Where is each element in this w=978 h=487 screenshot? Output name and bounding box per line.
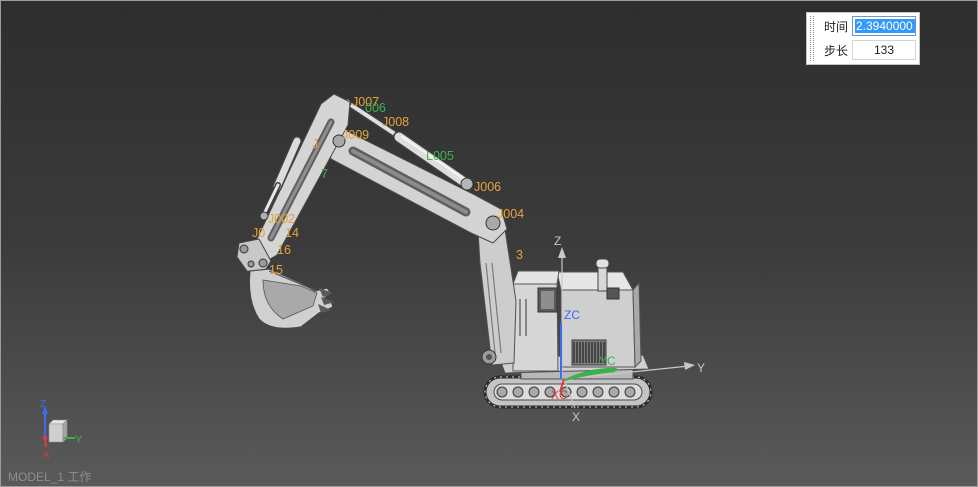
- drag-grip-icon[interactable]: [810, 16, 814, 61]
- time-field[interactable]: 2.3940000: [852, 16, 916, 36]
- bucket[interactable]: [248, 268, 335, 329]
- label-j006: J006: [474, 180, 501, 194]
- label-j009: J009: [342, 128, 369, 142]
- cylinder-end-pin: [460, 177, 474, 191]
- track-roller: [496, 386, 508, 398]
- work-zc-label: ZC: [564, 308, 580, 322]
- engine-house-side: [632, 281, 642, 369]
- step-field[interactable]: 133: [852, 40, 916, 60]
- world-y-label: Y: [697, 361, 705, 375]
- label-3: 3: [516, 248, 523, 262]
- scene-canvas[interactable]: Z Y X ZC YC XC J007 006 J008 J009 J L005…: [1, 1, 978, 487]
- boom-foot-pin-core: [486, 354, 492, 360]
- label-j0-fragment: J0: [252, 226, 265, 240]
- cab-roof: [512, 270, 560, 285]
- label-15: 15: [269, 263, 283, 277]
- engine-house-top: [556, 271, 634, 291]
- label-j004: J004: [497, 207, 524, 221]
- linkage-pin: [258, 258, 268, 268]
- linkage-pin: [239, 244, 249, 254]
- step-label: 步长: [824, 44, 849, 58]
- bucket-cylinder-pin: [259, 211, 269, 221]
- exhaust-pipe: [597, 265, 608, 292]
- track-roller: [592, 386, 604, 398]
- track-roller: [512, 386, 524, 398]
- exhaust-cap: [595, 258, 610, 269]
- track-roller: [528, 386, 540, 398]
- triad-cube-front: [48, 423, 64, 443]
- excavator-model[interactable]: [236, 93, 653, 409]
- track-roller: [576, 386, 588, 398]
- triad-x-label: X: [43, 450, 50, 461]
- work-xc-label: XC: [551, 388, 568, 402]
- triad-y-label: Y: [75, 434, 83, 446]
- label-j008: J008: [382, 115, 409, 129]
- label-j002: J002: [268, 212, 295, 226]
- track-roller: [608, 386, 620, 398]
- world-z-arrowhead: [558, 247, 566, 258]
- simulation-time-panel: 时间 2.3940000 步长 133: [806, 12, 920, 65]
- cab-window-glass: [541, 291, 554, 309]
- work-yc-label: YC: [599, 354, 616, 368]
- label-7: 7: [321, 167, 328, 181]
- boom-foot-plate: [477, 222, 517, 366]
- track-roller: [624, 386, 636, 398]
- label-14: 14: [285, 226, 299, 240]
- arm-stick[interactable]: [250, 93, 351, 264]
- label-l005: L005: [426, 149, 454, 163]
- time-label: 时间: [824, 20, 849, 34]
- axis-triad-icon[interactable]: Z Y X: [40, 399, 83, 461]
- linkage-pin: [247, 260, 255, 268]
- label-16: 16: [277, 243, 291, 257]
- triad-z-label: Z: [40, 399, 46, 410]
- world-z-label: Z: [554, 234, 561, 248]
- world-y-arrowhead: [684, 362, 695, 370]
- model-status-label: MODEL_1 工作: [8, 470, 92, 484]
- world-x-label: X: [572, 410, 580, 424]
- 3d-viewport[interactable]: Z Y X ZC YC XC J007 006 J008 J009 J L005…: [0, 0, 978, 487]
- label-006: 006: [365, 101, 386, 115]
- triad-origin: [42, 435, 48, 441]
- time-value-selected[interactable]: 2.3940000: [855, 19, 915, 33]
- label-j-fragment: J: [312, 137, 318, 151]
- boom-foot[interactable]: [477, 222, 517, 366]
- operator-cab[interactable]: [512, 270, 560, 372]
- engine-hatch: [606, 287, 620, 300]
- crawler-track[interactable]: [483, 375, 653, 409]
